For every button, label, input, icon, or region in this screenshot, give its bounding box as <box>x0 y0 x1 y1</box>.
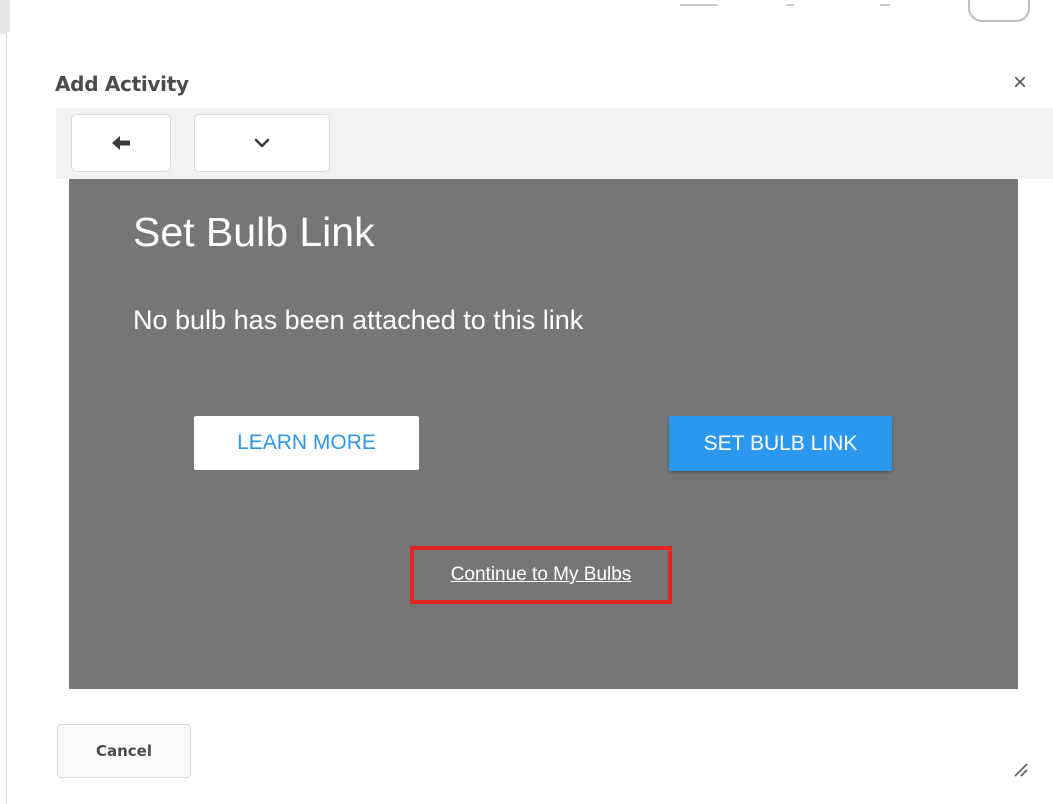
highlight-annotation: Continue to My Bulbs <box>410 546 672 604</box>
set-bulb-link-button[interactable]: SET BULB LINK <box>669 416 892 471</box>
cancel-button[interactable]: Cancel <box>57 724 191 778</box>
dialog-title: Add Activity <box>55 72 189 96</box>
background-edge <box>0 0 10 34</box>
background-fragment <box>786 4 794 6</box>
resize-handle-icon[interactable] <box>1011 758 1031 778</box>
arrow-left-icon <box>112 136 130 150</box>
learn-more-button[interactable]: LEARN MORE <box>194 416 419 470</box>
background-fragment <box>880 4 890 6</box>
background-pill <box>968 0 1030 22</box>
add-activity-dialog: Add Activity × Set Bulb Link No bulb has… <box>6 32 1053 804</box>
options-dropdown-button[interactable] <box>194 114 330 172</box>
background-fragment <box>680 4 718 6</box>
bulb-link-panel: Set Bulb Link No bulb has been attached … <box>69 179 1018 689</box>
close-button[interactable]: × <box>1005 68 1035 98</box>
back-button[interactable] <box>71 114 171 172</box>
continue-to-my-bulbs-link[interactable]: Continue to My Bulbs <box>414 550 668 600</box>
close-icon: × <box>1012 69 1027 96</box>
dialog-toolbar <box>56 108 1053 179</box>
background-page-header <box>10 0 1053 35</box>
panel-title: Set Bulb Link <box>133 209 375 255</box>
panel-message: No bulb has been attached to this link <box>133 305 584 335</box>
chevron-down-icon <box>254 138 270 148</box>
